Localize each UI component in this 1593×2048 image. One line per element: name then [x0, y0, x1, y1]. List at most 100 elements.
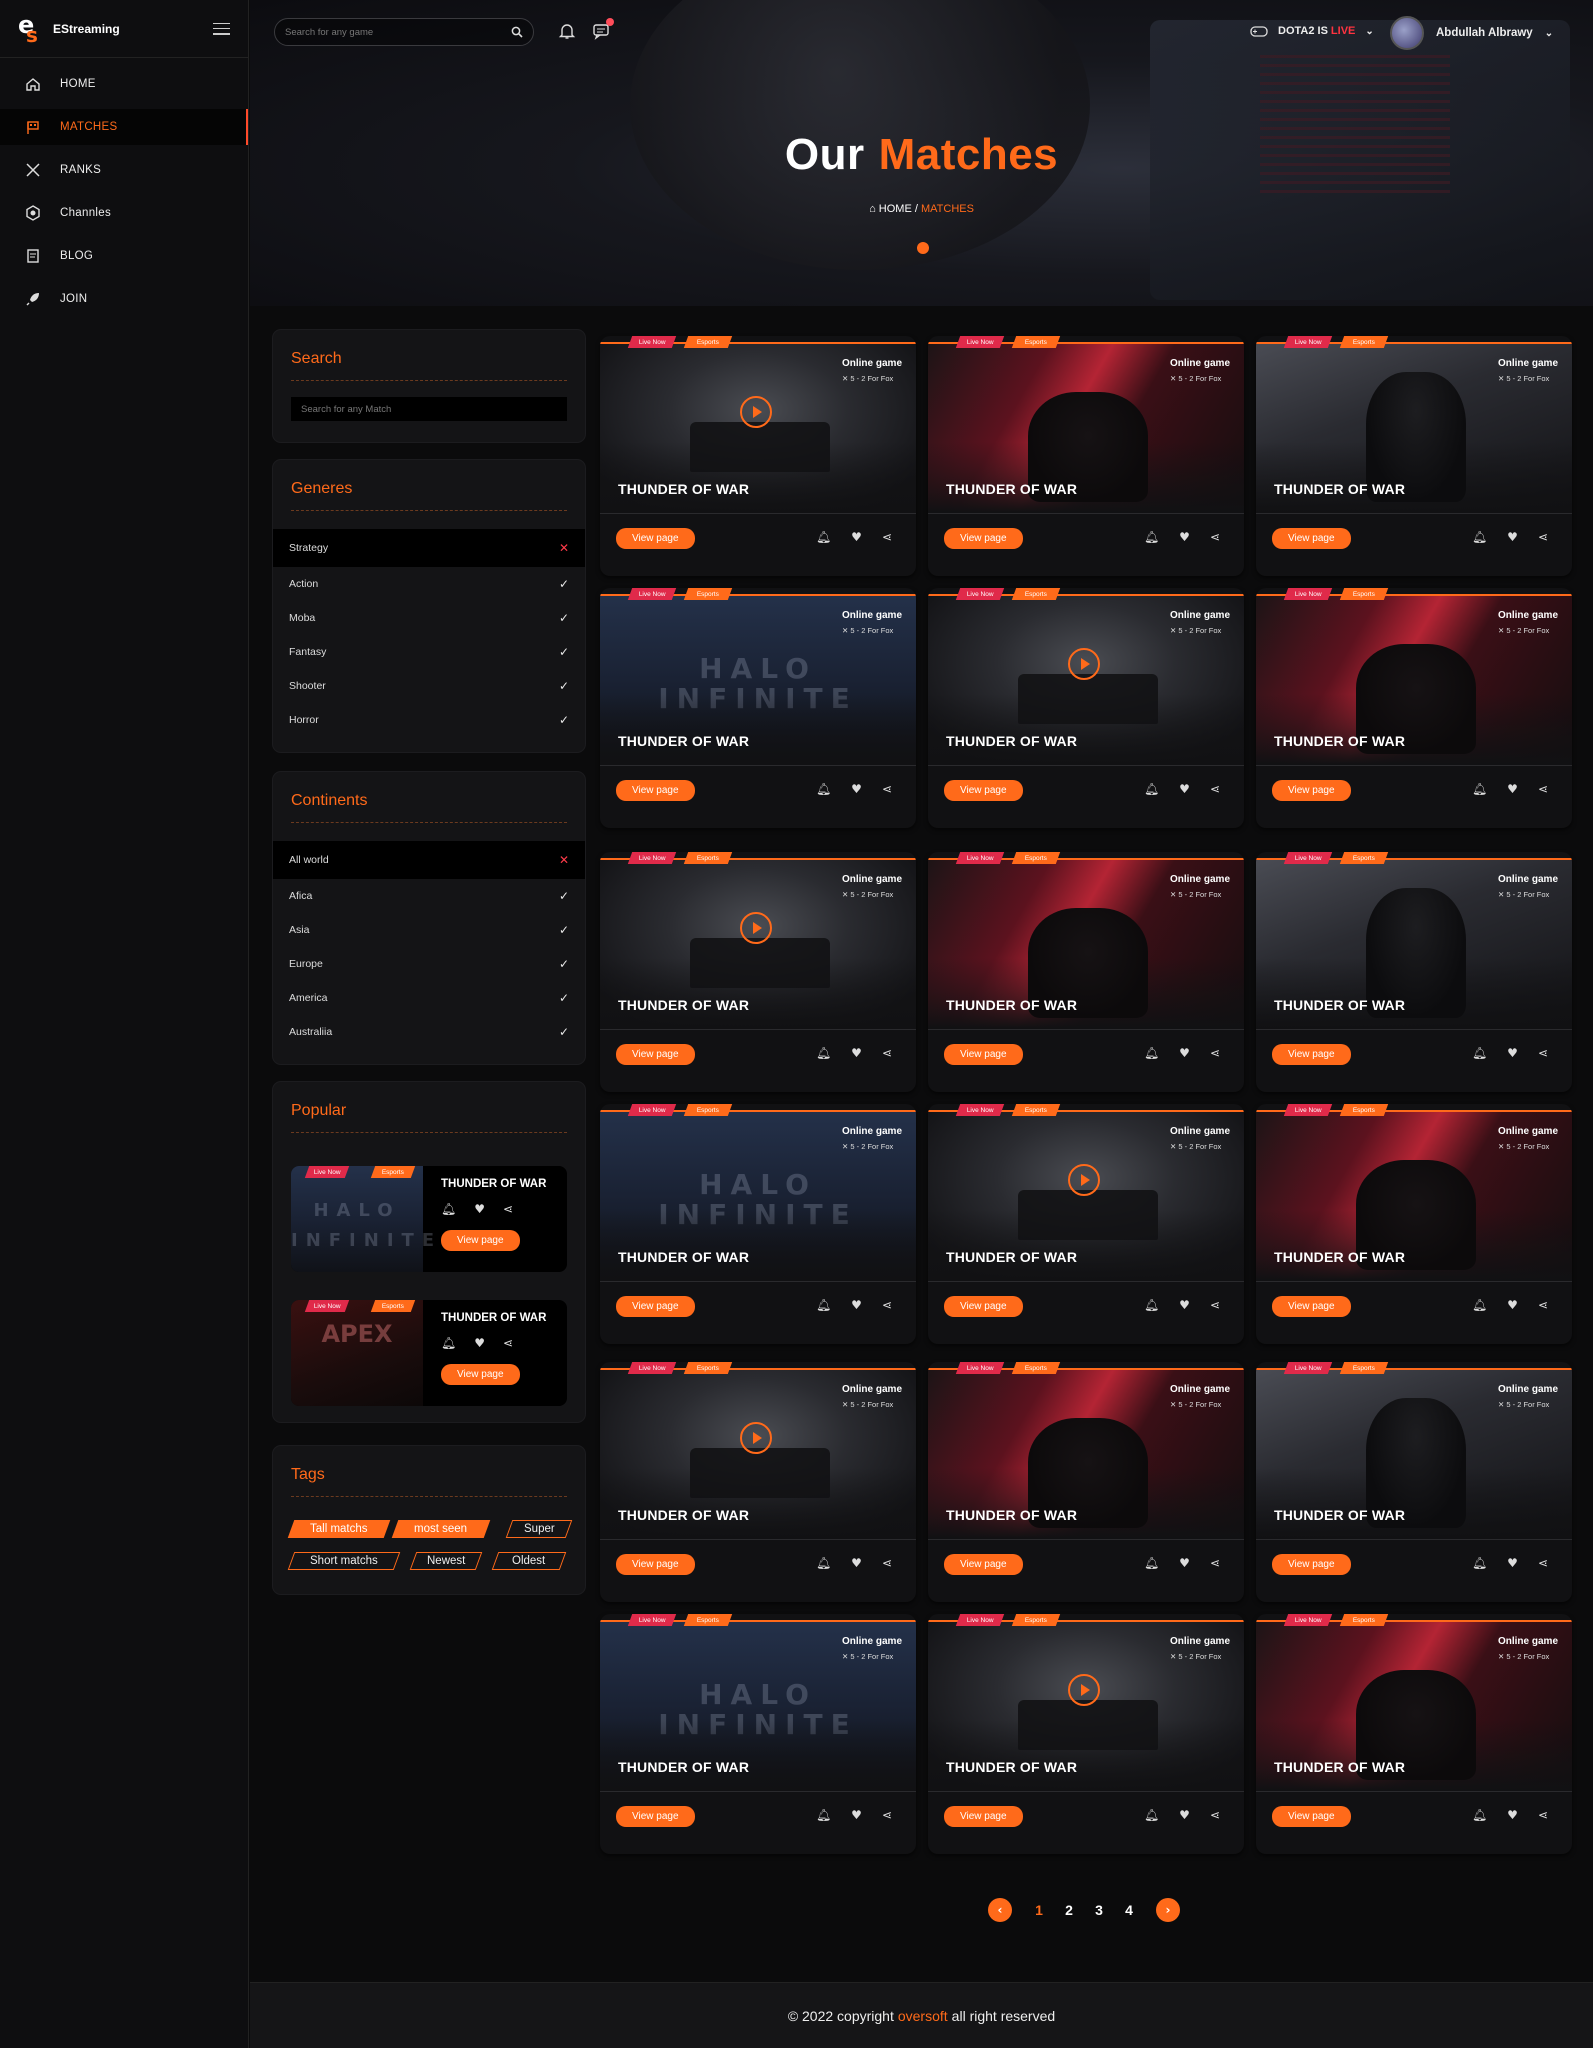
heart-icon[interactable]: ♥ [1179, 1556, 1190, 1570]
next-page-button[interactable]: › [1156, 1898, 1180, 1922]
page-number[interactable]: 3 [1084, 1902, 1114, 1918]
heart-icon[interactable]: ♥ [1507, 1556, 1518, 1570]
sidebar-item-ranks[interactable]: RANKS [0, 152, 248, 188]
share-icon[interactable]: ⋖ [503, 1202, 513, 1216]
bell-icon[interactable]: 🔔︎ [1144, 1046, 1159, 1060]
hamburger-menu-icon[interactable] [213, 22, 230, 35]
heart-icon[interactable]: ♥ [1507, 1298, 1518, 1312]
genre-item[interactable]: Moba ✓ [273, 601, 585, 635]
view-page-button[interactable]: View page [944, 1554, 1023, 1575]
bell-icon[interactable]: 🔔︎ [1144, 1298, 1159, 1312]
search-icon[interactable] [511, 26, 523, 38]
heart-icon[interactable]: ♥ [1179, 782, 1190, 796]
continent-item[interactable]: America ✓ [273, 981, 585, 1015]
share-icon[interactable]: ⋖ [1210, 530, 1220, 544]
view-page-button[interactable]: View page [944, 1044, 1023, 1065]
heart-icon[interactable]: ♥ [851, 1556, 862, 1570]
view-page-button[interactable]: View page [441, 1230, 520, 1251]
bell-icon[interactable]: 🔔︎ [816, 530, 831, 544]
view-page-button[interactable]: View page [1272, 1296, 1351, 1317]
view-page-button[interactable]: View page [944, 1806, 1023, 1827]
play-icon[interactable] [1068, 1164, 1100, 1196]
heart-icon[interactable]: ♥ [1507, 1808, 1518, 1822]
share-icon[interactable]: ⋖ [882, 1046, 892, 1060]
tag-chip[interactable]: Newest [409, 1552, 483, 1570]
sidebar-item-home[interactable]: HOME [0, 66, 248, 102]
heart-icon[interactable]: ♥ [851, 1808, 862, 1822]
tag-chip[interactable]: Super [505, 1520, 573, 1538]
genre-selected[interactable]: Strategy ✕ [273, 529, 585, 567]
user-menu[interactable]: Abdullah Albrawy ⌄ [1390, 16, 1553, 50]
view-page-button[interactable]: View page [1272, 1806, 1351, 1827]
heart-icon[interactable]: ♥ [851, 782, 862, 796]
bell-icon[interactable]: 🔔︎ [816, 782, 831, 796]
heart-icon[interactable]: ♥ [851, 1046, 862, 1060]
continent-item[interactable]: Asia ✓ [273, 913, 585, 947]
logo[interactable]: es [18, 13, 44, 45]
bell-icon[interactable]: 🔔︎ [816, 1298, 831, 1312]
page-number[interactable]: 4 [1114, 1902, 1144, 1918]
heart-icon[interactable]: ♥ [1507, 1046, 1518, 1060]
heart-icon[interactable]: ♥ [1179, 1046, 1190, 1060]
share-icon[interactable]: ⋖ [1210, 1046, 1220, 1060]
share-icon[interactable]: ⋖ [1538, 1298, 1548, 1312]
tag-chip[interactable]: Short matchs [287, 1552, 401, 1570]
view-page-button[interactable]: View page [1272, 528, 1351, 549]
heart-icon[interactable]: ♥ [1179, 530, 1190, 544]
view-page-button[interactable]: View page [616, 1554, 695, 1575]
view-page-button[interactable]: View page [616, 1044, 695, 1065]
sidebar-item-channles[interactable]: Channles [0, 195, 248, 231]
continent-item[interactable]: Australiia ✓ [273, 1015, 585, 1049]
share-icon[interactable]: ⋖ [1210, 782, 1220, 796]
tag-chip[interactable]: Tall matchs [287, 1520, 391, 1538]
bell-icon[interactable]: 🔔︎ [1472, 530, 1487, 544]
view-page-button[interactable]: View page [616, 1806, 695, 1827]
genre-item[interactable]: Horror ✓ [273, 703, 585, 737]
play-icon[interactable] [740, 1422, 772, 1454]
share-icon[interactable]: ⋖ [1538, 1808, 1548, 1822]
heart-icon[interactable]: ♥ [1507, 782, 1518, 796]
bell-icon[interactable]: 🔔︎ [1144, 1556, 1159, 1570]
share-icon[interactable]: ⋖ [1538, 1556, 1548, 1570]
heart-icon[interactable]: ♥ [851, 530, 862, 544]
view-page-button[interactable]: View page [441, 1364, 520, 1385]
bell-icon[interactable]: 🔔︎ [1144, 1808, 1159, 1822]
bell-icon[interactable]: 🔔︎ [1472, 1808, 1487, 1822]
messages-icon[interactable] [590, 18, 614, 42]
close-icon[interactable]: ✕ [559, 541, 569, 555]
match-search-input[interactable] [291, 397, 567, 421]
play-icon[interactable] [740, 912, 772, 944]
sidebar-item-blog[interactable]: BLOG [0, 238, 248, 274]
genre-item[interactable]: Fantasy ✓ [273, 635, 585, 669]
heart-icon[interactable]: ♥ [1179, 1808, 1190, 1822]
view-page-button[interactable]: View page [944, 1296, 1023, 1317]
genre-item[interactable]: Shooter ✓ [273, 669, 585, 703]
view-page-button[interactable]: View page [616, 780, 695, 801]
share-icon[interactable]: ⋖ [503, 1336, 513, 1350]
heart-icon[interactable]: ♥ [851, 1298, 862, 1312]
share-icon[interactable]: ⋖ [882, 1808, 892, 1822]
genre-item[interactable]: Action ✓ [273, 567, 585, 601]
bell-icon[interactable] [556, 20, 578, 42]
share-icon[interactable]: ⋖ [882, 530, 892, 544]
bell-icon[interactable]: 🔔︎ [816, 1046, 831, 1060]
popular-thumbnail[interactable]: APEX Live Now Esports [291, 1300, 423, 1406]
share-icon[interactable]: ⋖ [1210, 1556, 1220, 1570]
play-icon[interactable] [740, 396, 772, 428]
share-icon[interactable]: ⋖ [882, 1556, 892, 1570]
breadcrumb-home[interactable]: HOME / [879, 203, 918, 215]
bell-icon[interactable]: 🔔︎ [1144, 530, 1159, 544]
heart-icon[interactable]: ♥ [1179, 1298, 1190, 1312]
bell-icon[interactable]: 🔔︎ [816, 1808, 831, 1822]
sidebar-item-matches[interactable]: MATCHES [0, 109, 248, 145]
share-icon[interactable]: ⋖ [882, 1298, 892, 1312]
view-page-button[interactable]: View page [616, 1296, 695, 1317]
game-search-input[interactable] [285, 26, 511, 38]
bell-icon[interactable]: 🔔︎ [441, 1202, 456, 1216]
popular-thumbnail[interactable]: HALO INFINITE Live Now Esports [291, 1166, 434, 1272]
view-page-button[interactable]: View page [1272, 1044, 1351, 1065]
play-icon[interactable] [1068, 1674, 1100, 1706]
hero-slide-dot[interactable] [917, 242, 929, 254]
view-page-button[interactable]: View page [944, 780, 1023, 801]
share-icon[interactable]: ⋖ [1210, 1298, 1220, 1312]
